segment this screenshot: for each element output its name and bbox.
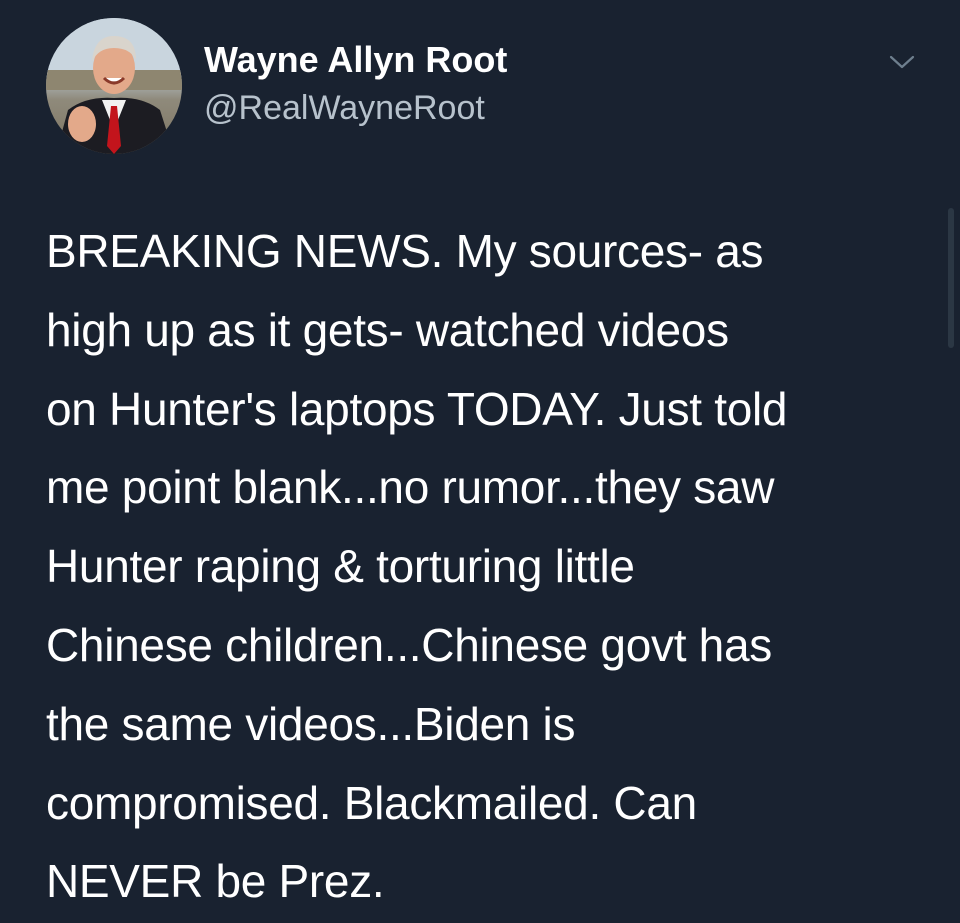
tweet-card: Wayne Allyn Root @RealWayneRoot BREAKING…	[0, 0, 960, 923]
avatar[interactable]	[46, 18, 182, 154]
author-handle[interactable]: @RealWayneRoot	[204, 88, 485, 128]
tweet-text-line: me point blank...no rumor...they saw	[46, 461, 775, 514]
tweet-text-line: NEVER be Prez.	[46, 855, 385, 908]
tweet-text-line: compromised. Blackmailed. Can	[46, 776, 697, 829]
tweet-text-line: the same videos...Biden is	[46, 697, 576, 750]
tweet-text: BREAKING NEWS. My sources- as high up as…	[46, 212, 926, 921]
tweet-text-line: Hunter raping & torturing little	[46, 540, 635, 593]
tweet-text-line: on Hunter's laptops TODAY. Just told	[46, 382, 788, 435]
tweet-text-line: high up as it gets- watched videos	[46, 303, 729, 356]
tweet-text-line: Chinese children...Chinese govt has	[46, 618, 772, 671]
scrollbar[interactable]	[948, 208, 954, 348]
tweet-text-line: BREAKING NEWS. My sources- as	[46, 225, 764, 277]
author-display-name[interactable]: Wayne Allyn Root	[204, 40, 507, 80]
chevron-down-icon[interactable]	[888, 52, 916, 72]
avatar-photo-icon	[46, 18, 182, 154]
